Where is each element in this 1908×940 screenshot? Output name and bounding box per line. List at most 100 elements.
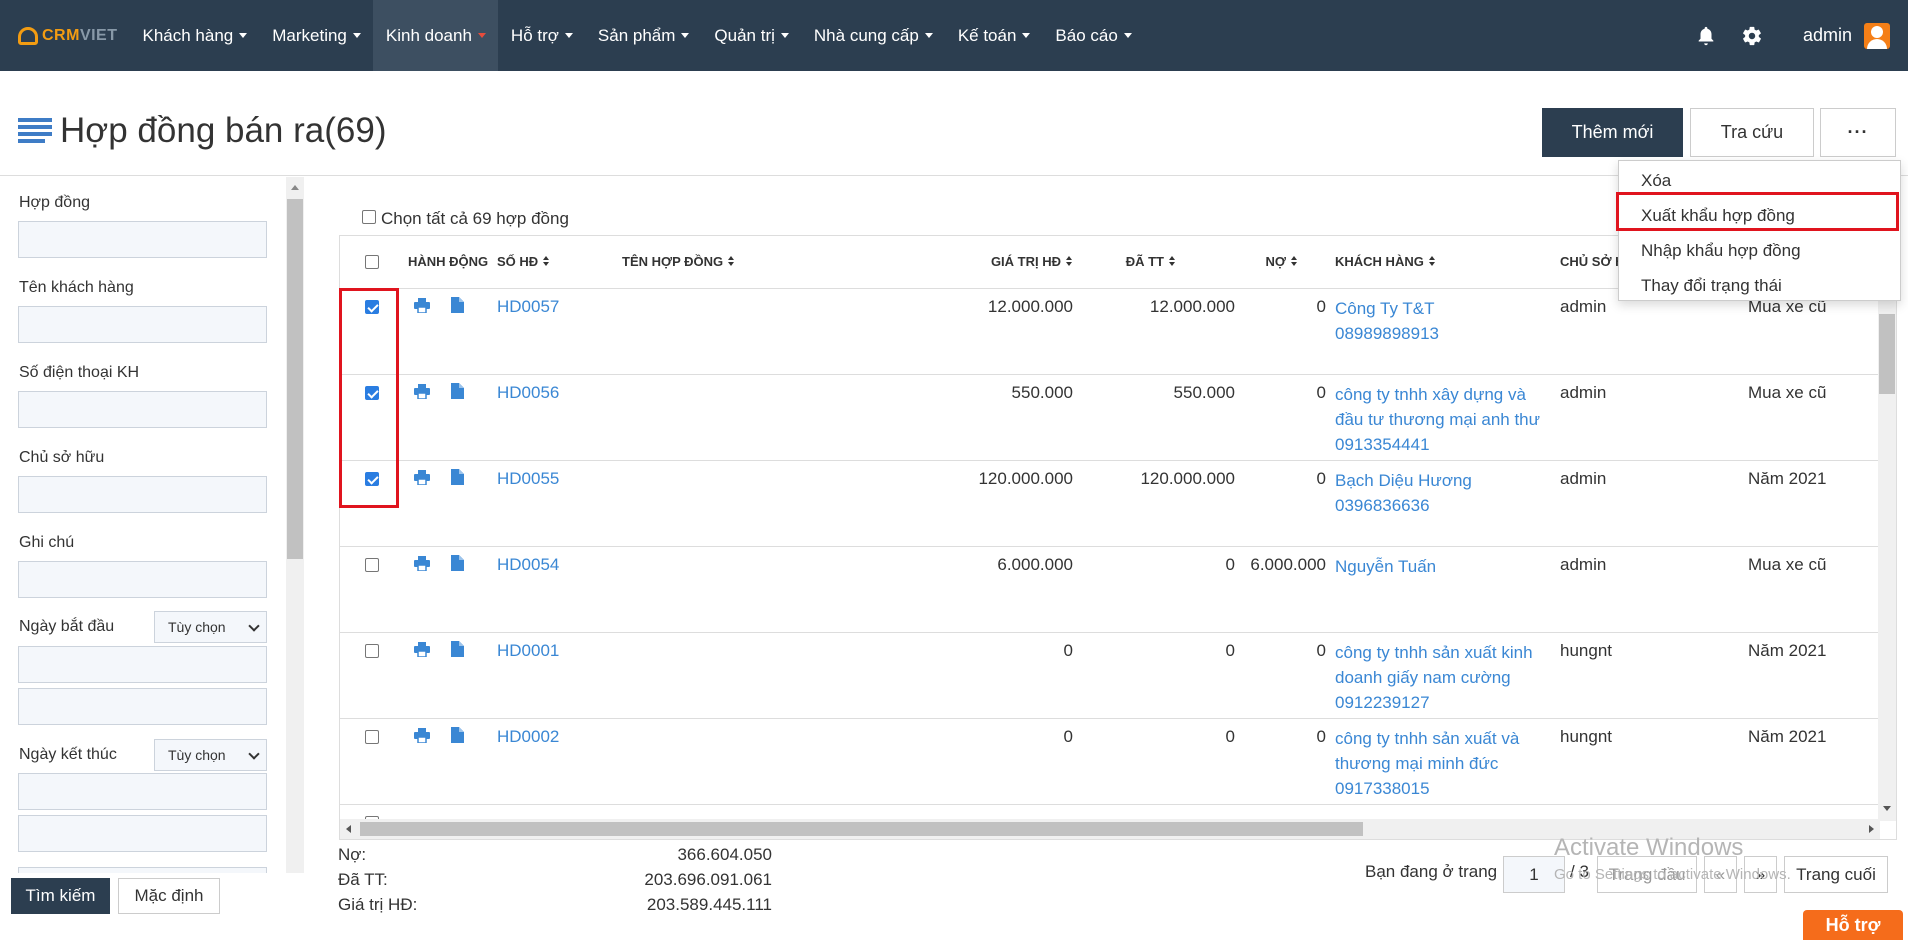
scroll-right-icon[interactable] — [1869, 825, 1874, 833]
menu-item-export-contracts[interactable]: Xuất khẩu hợp đồng — [1619, 198, 1900, 233]
col-debt[interactable]: NỢ — [1098, 254, 1298, 269]
row-checkbox[interactable] — [365, 300, 379, 314]
brand-logo[interactable]: CRMVIET — [18, 26, 130, 45]
first-page-button[interactable]: Trang đầu — [1597, 856, 1697, 893]
caret-down-icon — [239, 33, 248, 38]
customer-link[interactable]: Công Ty T&T 08989898913 — [1335, 296, 1550, 346]
print-icon[interactable] — [414, 298, 430, 314]
search-button[interactable]: Tìm kiếm — [11, 878, 110, 914]
bell-icon[interactable] — [1695, 25, 1717, 47]
table-row[interactable]: HD0001 0 0 0 công ty tnhh sản xuất kinh doan… — [340, 633, 1880, 719]
contract-code-link[interactable]: HD0002 — [497, 727, 559, 747]
document-icon[interactable] — [451, 727, 464, 743]
document-icon[interactable] — [451, 469, 464, 485]
nav-item-quan-tri[interactable]: Quản trị — [702, 0, 801, 71]
user-menu[interactable]: admin — [1803, 25, 1852, 46]
page-number-input[interactable]: 1 — [1503, 856, 1565, 893]
col-code[interactable]: SỐ HĐ — [497, 254, 550, 269]
customer-link[interactable]: công ty tnhh xây dựng và đầu tư thương m… — [1335, 382, 1550, 457]
end-date-select[interactable]: Tùy chọn — [154, 739, 267, 771]
owner-input[interactable] — [18, 476, 267, 513]
customer-link[interactable]: công ty tnhh sản xuất và thương mại minh… — [1335, 726, 1550, 801]
document-icon[interactable] — [451, 297, 464, 313]
scroll-down-icon[interactable] — [1883, 806, 1891, 811]
table-row[interactable]: HD0056 550.000 550.000 0 công ty tnhh xây dự… — [340, 375, 1880, 461]
contract-code-link[interactable]: HD0057 — [497, 297, 559, 317]
nav-item-khach-hang[interactable]: Khách hàng — [130, 0, 260, 71]
row-checkbox[interactable] — [365, 558, 379, 572]
print-icon[interactable] — [414, 556, 430, 572]
help-button[interactable]: Hỗ trợ — [1803, 910, 1903, 940]
menu-item-import-contracts[interactable]: Nhập khẩu hợp đồng — [1619, 233, 1900, 268]
select-all-checkbox[interactable] — [362, 210, 376, 224]
table-row[interactable]: HD0002 0 0 0 công ty tnhh sản xuất và thương… — [340, 719, 1880, 805]
menu-item-delete[interactable]: Xóa — [1619, 163, 1900, 198]
gear-icon[interactable] — [1741, 25, 1763, 47]
table-row[interactable]: HD0055 120.000.000 120.000.000 0 Bạch Diệu H… — [340, 461, 1880, 547]
row-checkbox[interactable] — [365, 644, 379, 658]
document-icon[interactable] — [451, 641, 464, 657]
document-icon[interactable] — [451, 555, 464, 571]
col-name[interactable]: TÊN HỢP ĐỒNG — [622, 254, 735, 269]
start-date-from-input[interactable] — [18, 646, 267, 683]
table-row[interactable]: HD0054 6.000.000 0 6.000.000 Nguyễn Tuấn admi… — [340, 547, 1880, 633]
col-actions: HÀNH ĐỘNG — [408, 254, 489, 269]
nav-item-ho-tro[interactable]: Hỗ trợ — [498, 0, 585, 71]
more-actions-button[interactable]: ··· — [1820, 108, 1896, 157]
contract-code-link[interactable]: HD0056 — [497, 383, 559, 403]
avatar[interactable] — [1864, 22, 1890, 49]
select-all[interactable]: Chọn tất cả 69 hợp đồng — [362, 209, 569, 229]
customer-link[interactable]: Nguyễn Tuấn — [1335, 554, 1550, 579]
nav-item-marketing[interactable]: Marketing — [260, 0, 374, 71]
owner-name: hungnt — [1560, 727, 1612, 746]
customer-link[interactable]: Bạch Diệu Hương 0396836636 — [1335, 468, 1550, 518]
menu-item-change-status[interactable]: Thay đổi trạng thái — [1619, 268, 1900, 303]
print-icon[interactable] — [414, 642, 430, 658]
print-icon[interactable] — [414, 728, 430, 744]
nav-item-bao-cao[interactable]: Báo cáo — [1043, 0, 1144, 71]
table-vertical-scroll-thumb[interactable] — [1879, 314, 1895, 394]
start-date-select[interactable]: Tùy chọn — [154, 611, 267, 643]
nav-item-nha-cung-cap[interactable]: Nhà cung cấp — [801, 0, 945, 71]
contract-code-link[interactable]: HD0054 — [497, 555, 559, 575]
reset-button[interactable]: Mặc định — [118, 878, 220, 914]
scroll-left-icon[interactable] — [346, 825, 351, 833]
owner-label: Chủ sở hữu — [19, 449, 105, 466]
nav-item-kinh-doanh[interactable]: Kinh doanh — [373, 0, 499, 71]
print-icon[interactable] — [414, 384, 430, 400]
print-icon[interactable] — [414, 470, 430, 486]
note-input[interactable] — [18, 561, 267, 598]
customer-link[interactable]: công ty tnhh sản xuất kinh doanh giấy na… — [1335, 640, 1550, 715]
scroll-up-icon[interactable] — [291, 185, 299, 190]
lookup-button[interactable]: Tra cứu — [1690, 108, 1814, 157]
owner-name: admin — [1560, 383, 1607, 402]
last-page-button[interactable]: Trang cuối — [1784, 856, 1888, 893]
phone-input[interactable] — [18, 391, 267, 428]
row-checkbox[interactable] — [365, 386, 379, 400]
caret-down-icon — [780, 33, 789, 38]
contract-code-link[interactable]: HD0055 — [497, 469, 559, 489]
contract-input[interactable] — [18, 221, 267, 258]
next-filter-input[interactable] — [18, 867, 267, 873]
next-page-button[interactable]: » — [1744, 856, 1777, 893]
start-date-to-input[interactable] — [18, 688, 267, 725]
nav-item-san-pham[interactable]: Sản phẩm — [585, 0, 702, 71]
caret-down-icon — [564, 33, 573, 38]
end-date-from-input[interactable] — [18, 773, 267, 810]
sidebar-scroll-thumb[interactable] — [287, 199, 303, 559]
col-customer[interactable]: KHÁCH HÀNG — [1335, 254, 1436, 269]
row-checkbox[interactable] — [365, 730, 379, 744]
end-date-to-input[interactable] — [18, 815, 267, 852]
document-icon[interactable] — [451, 383, 464, 399]
customer-name-input[interactable] — [18, 306, 267, 343]
table-horizontal-scrollbar[interactable] — [340, 819, 1880, 839]
nav-item-ke-toan[interactable]: Kế toán — [945, 0, 1043, 71]
contract-code-link[interactable]: HD0001 — [497, 641, 559, 661]
pagination-label: Bạn đang ở trang — [1365, 862, 1498, 881]
col-owner[interactable]: CHỦ SỞ H — [1560, 254, 1625, 269]
row-checkbox[interactable] — [365, 472, 379, 486]
header-checkbox[interactable] — [365, 255, 379, 269]
add-new-button[interactable]: Thêm mới — [1542, 108, 1683, 157]
prev-page-button[interactable]: « — [1704, 856, 1737, 893]
table-horizontal-scroll-thumb[interactable] — [360, 822, 1363, 836]
